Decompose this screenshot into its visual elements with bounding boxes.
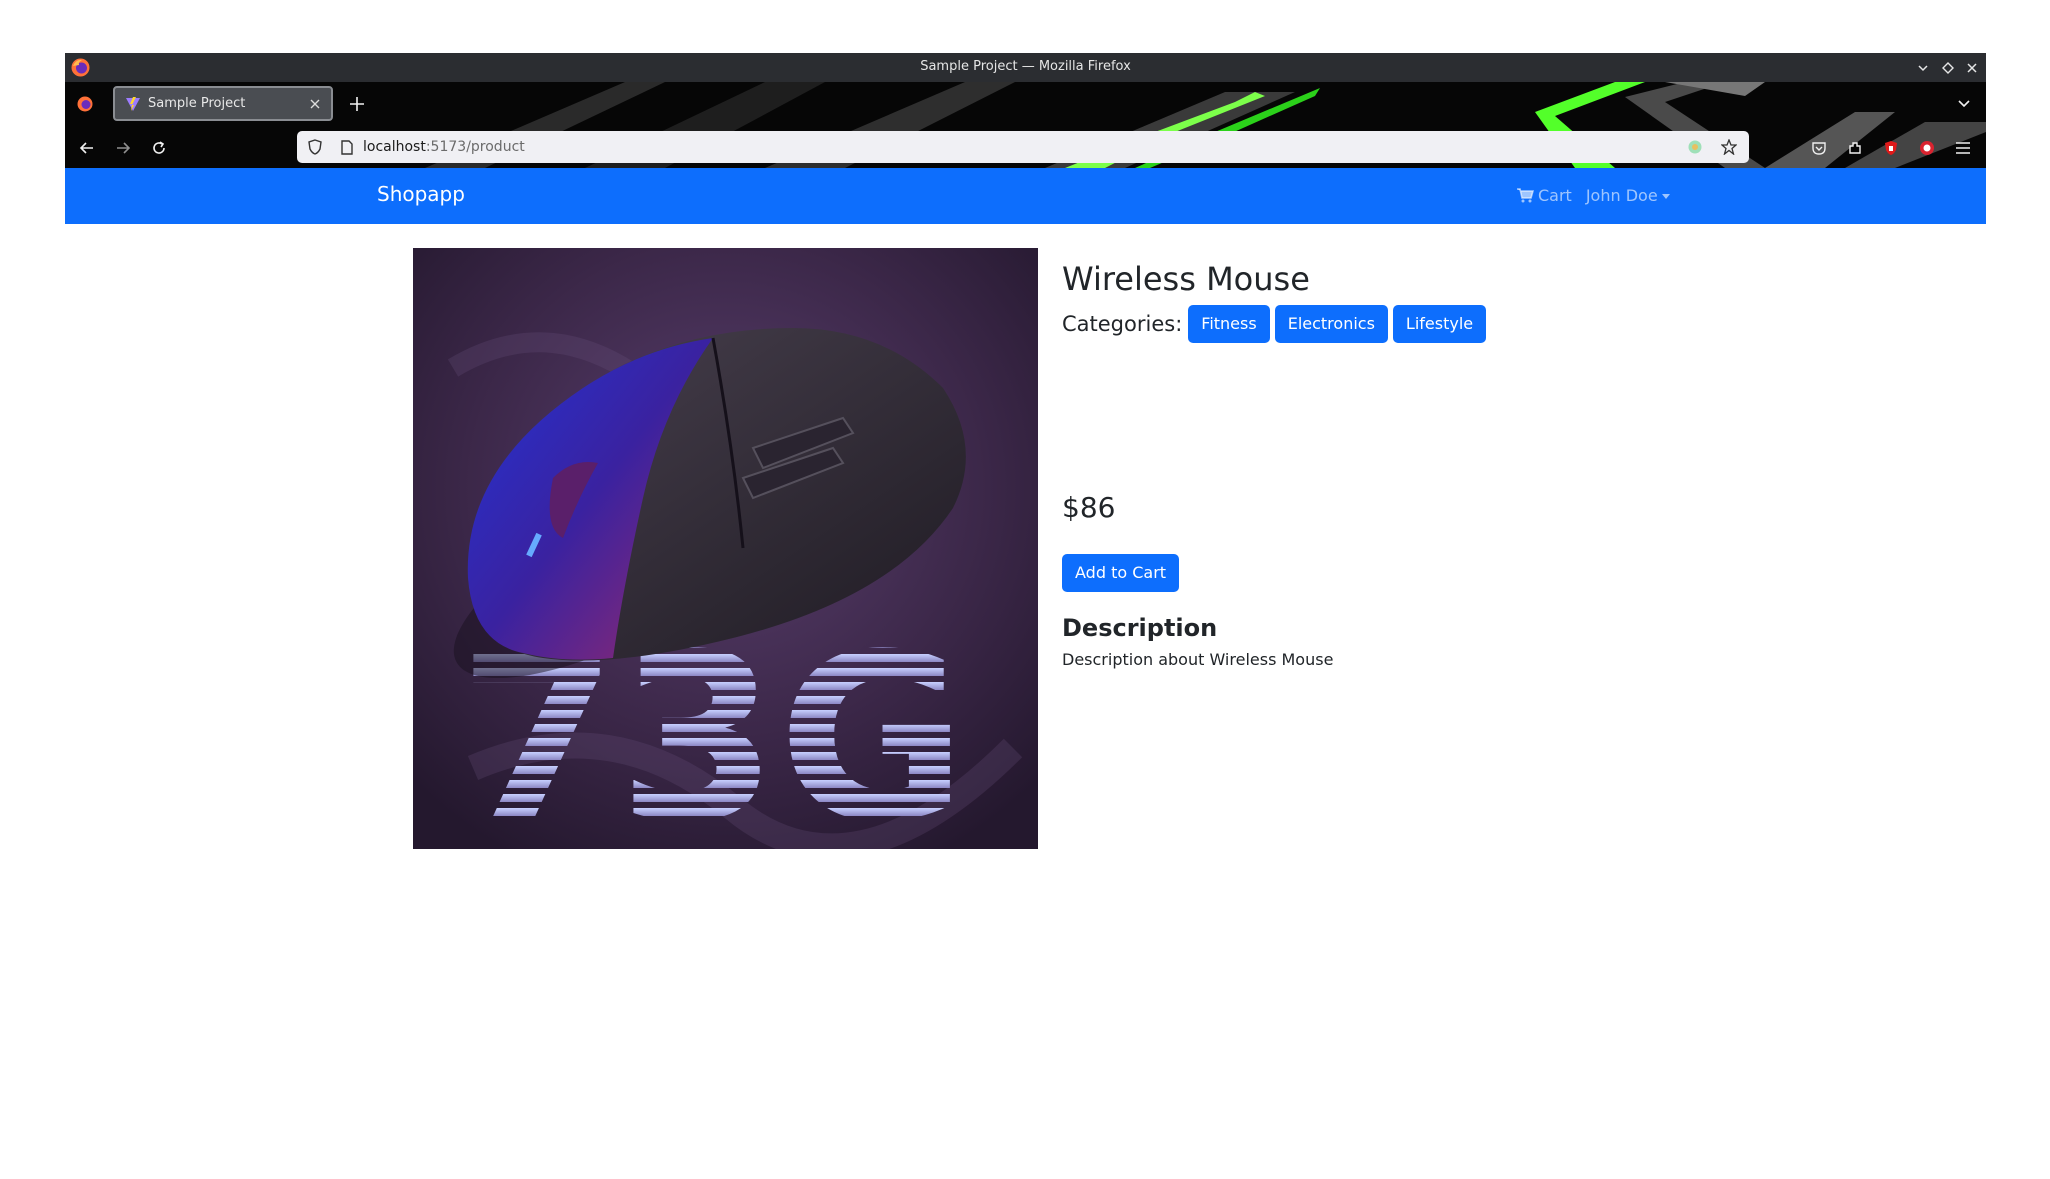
categories-row: Categories: Fitness Electronics Lifestyl… — [1062, 305, 1762, 343]
category-badge-fitness[interactable]: Fitness — [1188, 305, 1270, 343]
add-to-cart-button[interactable]: Add to Cart — [1062, 554, 1180, 592]
description-heading: Description — [1062, 614, 1218, 642]
url-host: localhost — [363, 139, 426, 155]
product-image: 73G — [413, 248, 1038, 849]
extension-badge-icon[interactable] — [1681, 133, 1709, 161]
extension-red-icon[interactable] — [1913, 134, 1941, 162]
dropdown-caret-icon — [1661, 194, 1670, 199]
forward-icon[interactable] — [109, 134, 137, 162]
category-badge-electronics[interactable]: Electronics — [1274, 305, 1388, 343]
category-badge-lifestyle[interactable]: Lifestyle — [1392, 305, 1487, 343]
browser-toolbar: localhost:5173/product — [65, 126, 1986, 168]
browser-window: Sample Project — Mozilla Firefox Sample … — [65, 53, 1986, 1179]
pocket-icon[interactable] — [1805, 134, 1833, 162]
tab-sample-project[interactable]: Sample Project — [113, 86, 333, 121]
maximize-icon[interactable] — [1937, 57, 1959, 79]
description-text: Description about Wireless Mouse — [1062, 650, 1334, 669]
window-titlebar: Sample Project — Mozilla Firefox — [65, 53, 1986, 82]
url-bar[interactable]: localhost:5173/product — [297, 131, 1749, 163]
menu-icon[interactable] — [1949, 134, 1977, 162]
categories-label: Categories: — [1062, 312, 1183, 336]
vite-favicon-icon — [125, 96, 141, 112]
app-navbar: Shopapp Cart John Doe — [65, 168, 1986, 224]
tracking-shield-icon[interactable] — [301, 133, 329, 161]
brand-link[interactable]: Shopapp — [377, 182, 465, 206]
reload-icon[interactable] — [145, 134, 173, 162]
bookmark-star-icon[interactable] — [1715, 133, 1743, 161]
navbar-right: Cart John Doe — [1517, 186, 1670, 205]
tab-title: Sample Project — [148, 96, 246, 111]
extensions-icon[interactable] — [1841, 134, 1869, 162]
url-text[interactable]: localhost:5173/product — [363, 139, 1681, 155]
url-path: :5173/product — [425, 139, 525, 155]
cart-icon — [1517, 188, 1534, 203]
product-price: $86 — [1062, 491, 1116, 524]
window-title: Sample Project — Mozilla Firefox — [920, 59, 1131, 74]
ublock-icon[interactable] — [1877, 134, 1905, 162]
cart-link[interactable]: Cart — [1517, 186, 1572, 205]
minimize-icon[interactable] — [1912, 57, 1934, 79]
new-tab-icon[interactable] — [343, 90, 371, 118]
browser-chrome: Sample Project localhost:5173/product — [65, 82, 1986, 168]
close-tab-icon[interactable] — [303, 92, 327, 116]
list-all-tabs-icon[interactable] — [1950, 90, 1978, 118]
close-window-icon[interactable] — [1961, 57, 1983, 79]
user-dropdown[interactable]: John Doe — [1586, 186, 1670, 205]
firefox-view-icon[interactable] — [71, 90, 99, 118]
back-icon[interactable] — [73, 134, 101, 162]
user-name: John Doe — [1585, 186, 1658, 205]
product-title: Wireless Mouse — [1062, 260, 1310, 298]
cart-label: Cart — [1538, 186, 1572, 205]
product-info: Wireless Mouse Categories: Fitness Elect… — [1062, 259, 1762, 669]
page-info-icon[interactable] — [333, 133, 361, 161]
